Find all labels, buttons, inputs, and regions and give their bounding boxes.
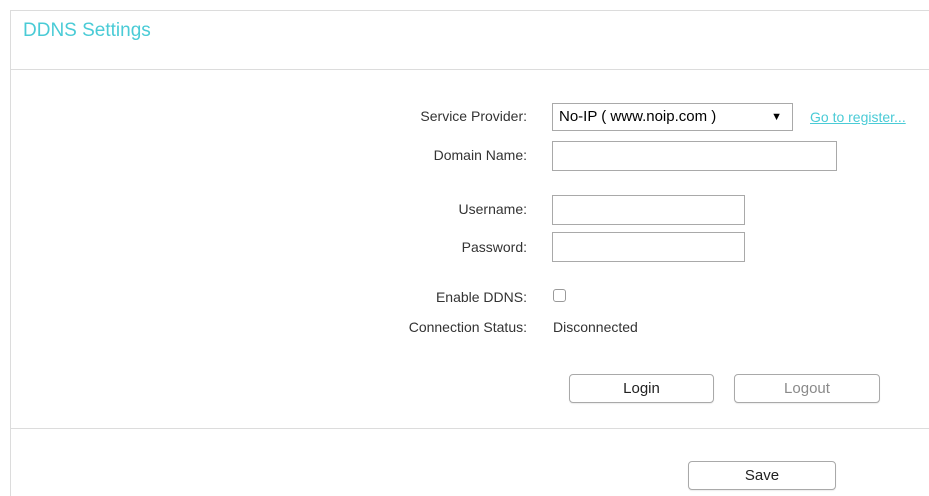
service-provider-selected: No-IP ( www.noip.com ) <box>559 108 717 125</box>
connection-status-value: Disconnected <box>553 319 638 335</box>
left-border <box>10 10 11 496</box>
go-to-register-link[interactable]: Go to register... <box>810 108 906 126</box>
dropdown-arrow-icon: ▼ <box>771 111 782 123</box>
connection-status-label: Connection Status: <box>408 319 527 335</box>
login-button[interactable]: Login <box>569 374 714 403</box>
password-field[interactable] <box>552 232 745 262</box>
username-label: Username: <box>458 201 527 217</box>
domain-name-label: Domain Name: <box>433 147 527 163</box>
footer-divider <box>10 428 929 429</box>
username-field[interactable] <box>552 195 745 225</box>
enable-ddns-label: Enable DDNS: <box>435 289 527 305</box>
save-button[interactable]: Save <box>688 461 836 490</box>
header-divider <box>10 69 929 70</box>
service-provider-label: Service Provider: <box>420 108 527 124</box>
domain-name-field[interactable] <box>552 141 837 171</box>
page-title: DDNS Settings <box>23 20 151 41</box>
logout-button[interactable]: Logout <box>734 374 880 403</box>
enable-ddns-checkbox[interactable] <box>553 289 566 302</box>
password-label: Password: <box>461 239 527 255</box>
top-border <box>10 10 929 11</box>
service-provider-select[interactable]: No-IP ( www.noip.com ) ▼ <box>552 103 793 131</box>
ddns-settings-page: DDNS Settings Service Provider: No-IP ( … <box>0 0 929 496</box>
